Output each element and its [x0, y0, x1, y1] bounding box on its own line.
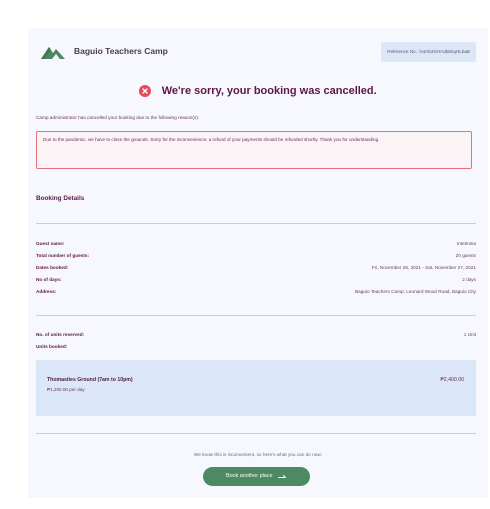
- mountain-logo-icon: [41, 47, 65, 59]
- reason-label: Camp administrator has cancelled your bo…: [36, 115, 200, 120]
- reference-number: Reference No.: lv4Ab3GHHJk8nqHLbaB: [381, 42, 476, 62]
- arrow-right-icon: [278, 474, 286, 478]
- book-another-place-button[interactable]: Book another place: [203, 467, 310, 486]
- divider: [36, 223, 476, 224]
- booked-unit-card: Thomasites Ground (7am to 10pm) ₱1,200.0…: [36, 360, 476, 416]
- detail-label: Address:: [36, 289, 57, 294]
- divider: [36, 315, 476, 316]
- error-x-icon: [139, 84, 152, 97]
- detail-label: No of days:: [36, 277, 62, 282]
- detail-value: 2 days: [462, 277, 476, 282]
- detail-row-guest-name: Guest name: Intelmina: [36, 241, 476, 251]
- booking-card: Baguio Teachers Camp Reference No.: lv4A…: [28, 28, 488, 498]
- units-reserved-value: 1 Unit: [463, 332, 476, 337]
- brand-name: Baguio Teachers Camp: [74, 46, 168, 56]
- detail-value: Baguio Teachers Camp, Leonard Wood Road,…: [355, 289, 476, 294]
- reason-box: Due to the pandemic, we have to close th…: [36, 131, 472, 169]
- detail-row-guests: Total number of guests: 20 guests: [36, 253, 476, 263]
- detail-label: Guest name:: [36, 241, 65, 246]
- units-booked-row: Units booked:: [36, 344, 476, 354]
- detail-value: Fri, November 26, 2021 - Sat, November 2…: [371, 265, 476, 270]
- booking-details-heading: Booking Details: [36, 195, 85, 202]
- unit-name: Thomasites Ground (7am to 10pm): [47, 377, 133, 383]
- page-title: We're sorry, your booking was cancelled.: [161, 84, 377, 97]
- units-booked-label: Units booked:: [36, 344, 68, 349]
- detail-row-dates: Dates booked: Fri, November 26, 2021 - S…: [36, 265, 476, 275]
- detail-value: 20 guests: [455, 253, 476, 258]
- helper-text: We know this is inconvenient, so here's …: [193, 452, 323, 457]
- cancel-status: We're sorry, your booking was cancelled.: [28, 82, 488, 100]
- detail-row-address: Address: Baguio Teachers Camp, Leonard W…: [36, 289, 476, 299]
- detail-label: Total number of guests:: [36, 253, 90, 258]
- unit-price: ₱2,400.00: [440, 377, 464, 383]
- detail-label: Dates booked:: [36, 265, 69, 270]
- unit-rate: ₱1,200.00 per day: [47, 387, 85, 392]
- header: Baguio Teachers Camp Reference No.: lv4A…: [40, 42, 476, 66]
- divider: [36, 433, 476, 434]
- units-reserved-label: No. of units reserved:: [36, 332, 85, 337]
- units-reserved-row: No. of units reserved: 1 Unit: [36, 332, 476, 342]
- detail-value: Intelmina: [456, 241, 476, 246]
- detail-row-days: No of days: 2 days: [36, 277, 476, 287]
- cta-label: Book another place: [226, 473, 273, 479]
